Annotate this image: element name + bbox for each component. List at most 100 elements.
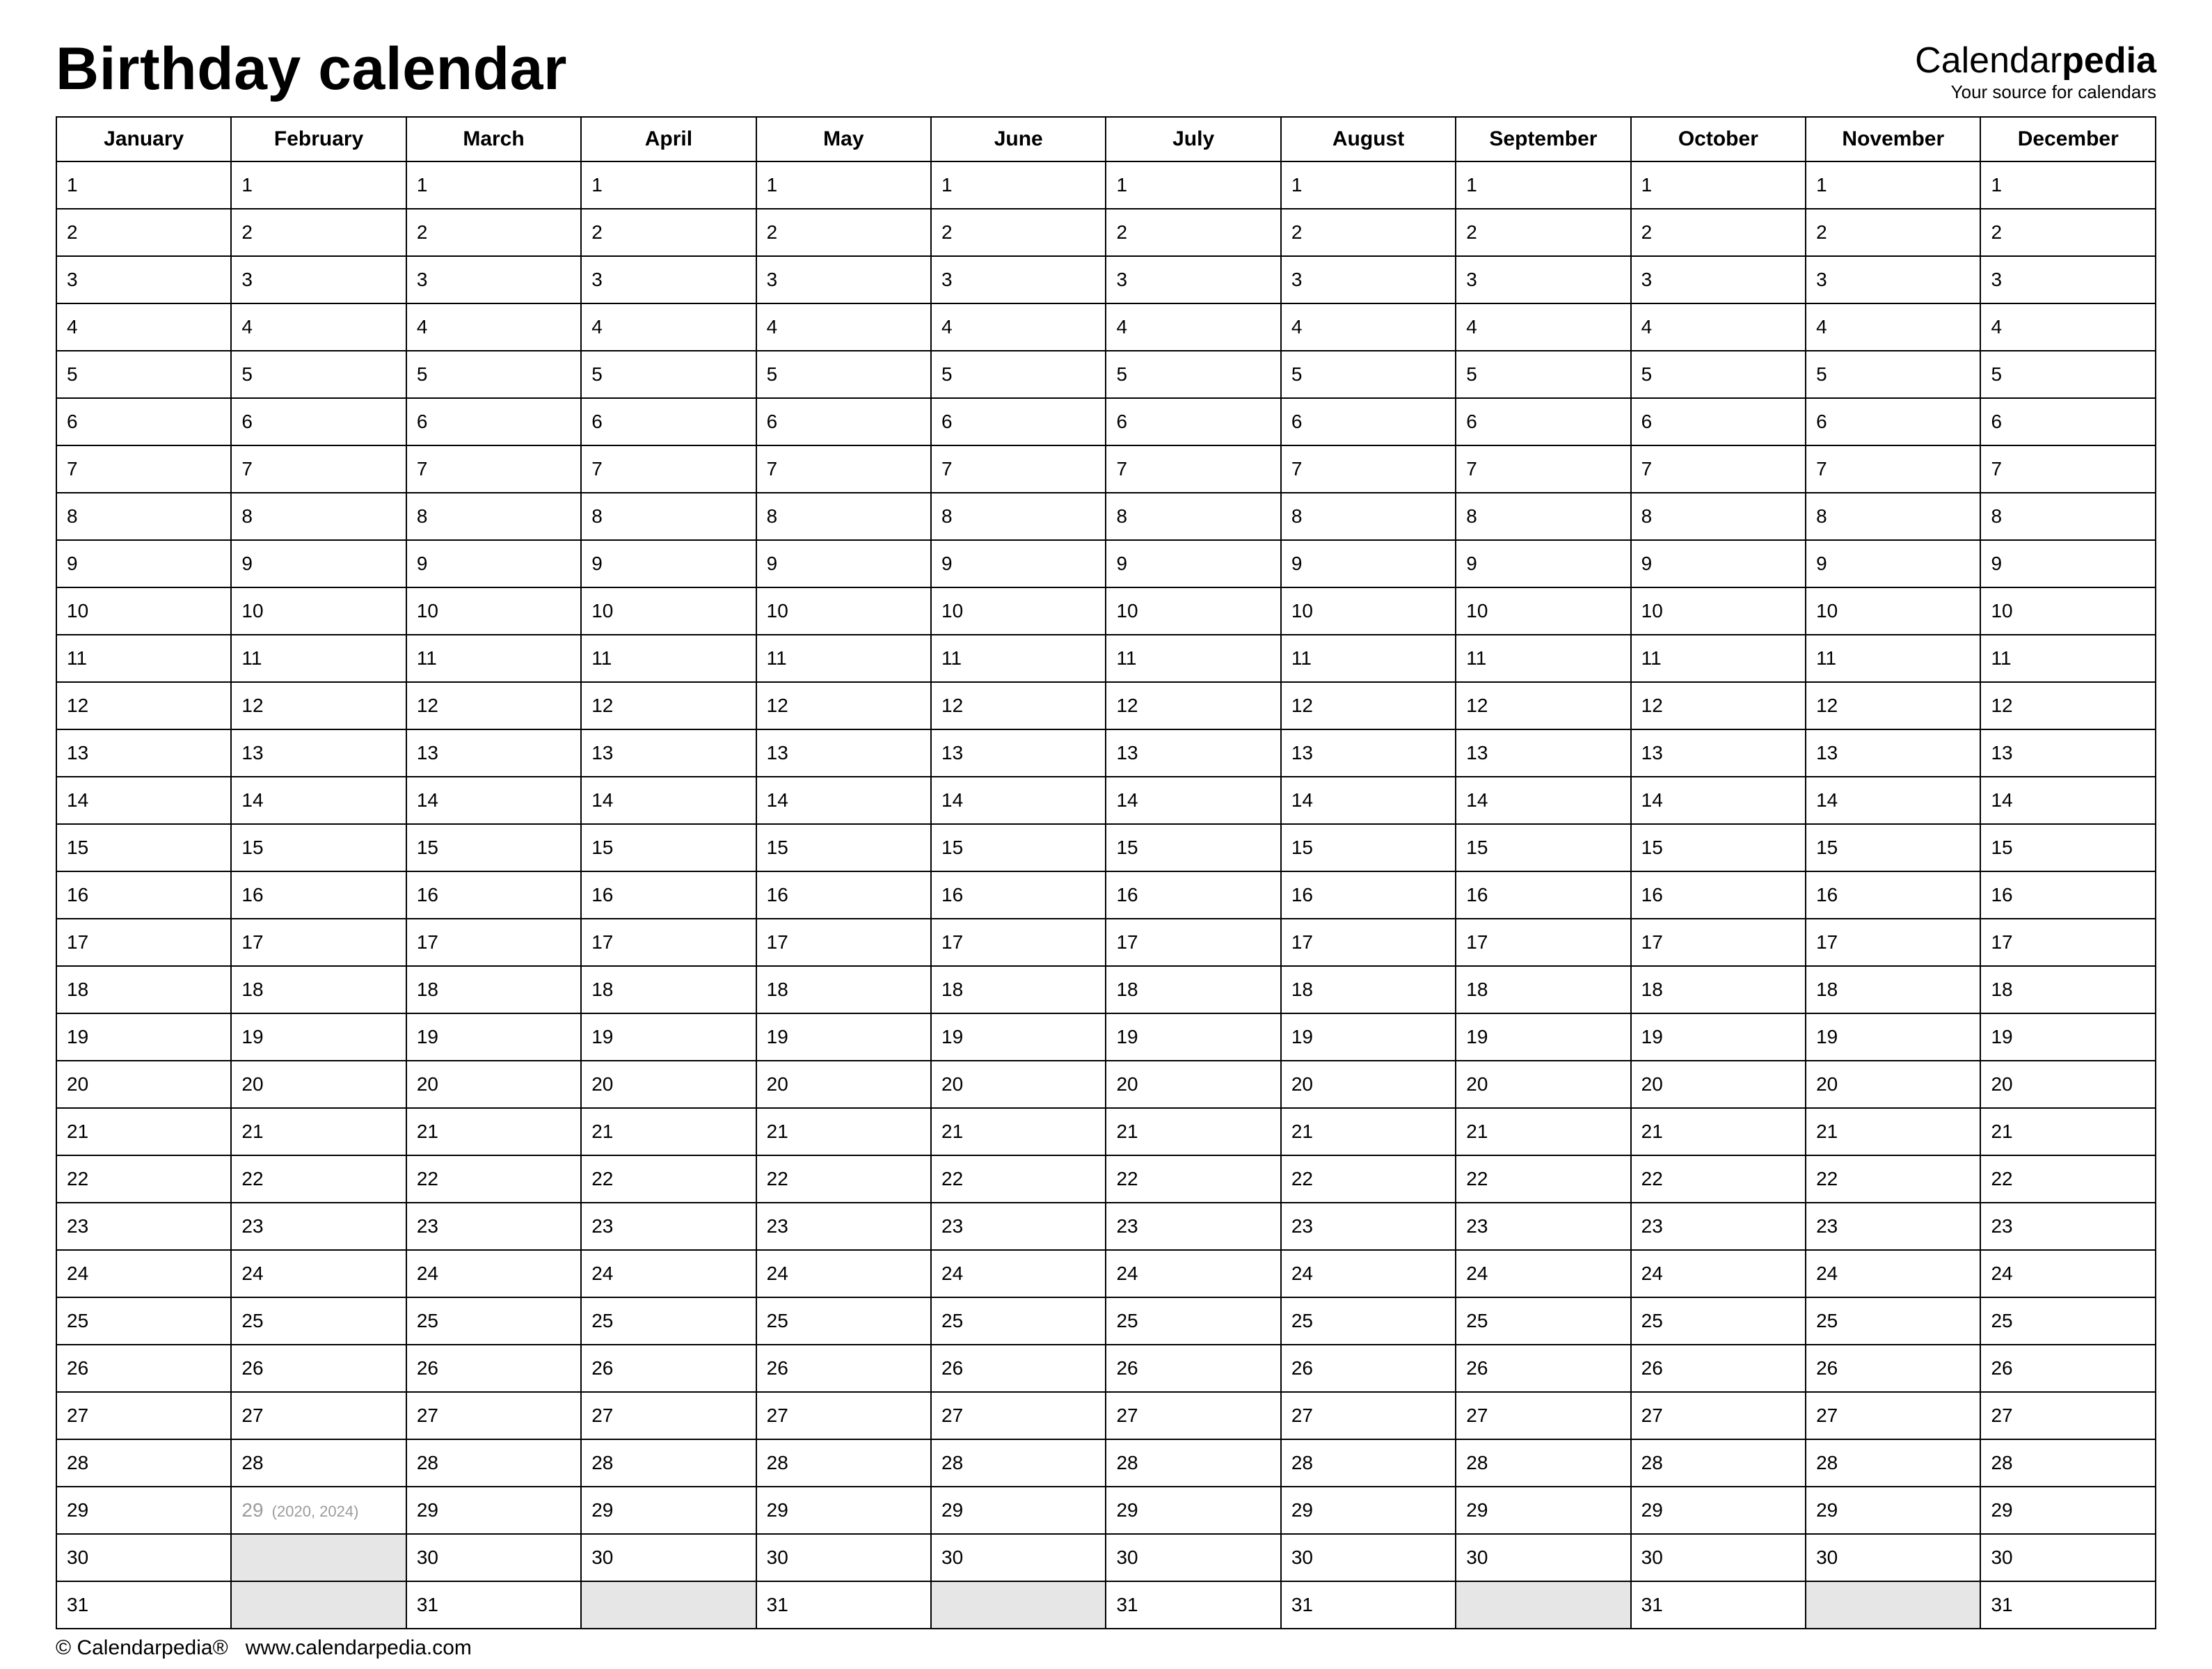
day-cell: 25 <box>1806 1297 1980 1345</box>
day-cell: 16 <box>1631 871 1806 919</box>
day-cell: 10 <box>1456 587 1630 635</box>
day-cell: 8 <box>1980 493 2156 540</box>
day-cell: 23 <box>1456 1203 1630 1250</box>
day-cell: 20 <box>231 1061 406 1108</box>
day-cell: 5 <box>1281 351 1456 398</box>
day-cell: 1 <box>56 161 231 209</box>
day-cell: 6 <box>1456 398 1630 445</box>
day-cell: 8 <box>931 493 1106 540</box>
day-cell: 28 <box>931 1439 1106 1487</box>
day-cell: 19 <box>1281 1013 1456 1061</box>
day-cell: 28 <box>581 1439 756 1487</box>
day-cell: 30 <box>931 1534 1106 1581</box>
day-cell: 5 <box>1806 351 1980 398</box>
day-cell: 8 <box>1631 493 1806 540</box>
day-cell: 12 <box>56 682 231 729</box>
day-cell: 19 <box>1456 1013 1630 1061</box>
day-cell: 7 <box>406 445 581 493</box>
brand-name-b: pedia <box>2062 40 2156 81</box>
day-cell: 9 <box>1980 540 2156 587</box>
day-cell: 25 <box>756 1297 931 1345</box>
leap-years-note: (2020, 2024) <box>268 1503 359 1520</box>
day-cell: 4 <box>231 303 406 351</box>
brand-tagline: Your source for calendars <box>1915 83 2156 101</box>
day-cell: 2 <box>1631 209 1806 256</box>
day-cell: 30 <box>1106 1534 1280 1581</box>
day-cell: 20 <box>1281 1061 1456 1108</box>
day-cell: 30 <box>1631 1534 1806 1581</box>
day-cell: 18 <box>931 966 1106 1013</box>
day-cell: 1 <box>1281 161 1456 209</box>
day-cell: 14 <box>1806 777 1980 824</box>
day-cell: 31 <box>756 1581 931 1629</box>
day-cell: 2 <box>56 209 231 256</box>
calendar-table: JanuaryFebruaryMarchAprilMayJuneJulyAugu… <box>56 116 2156 1629</box>
day-cell: 2 <box>1980 209 2156 256</box>
day-cell: 19 <box>1106 1013 1280 1061</box>
day-cell: 9 <box>1806 540 1980 587</box>
day-cell: 25 <box>581 1297 756 1345</box>
day-cell: 16 <box>1806 871 1980 919</box>
day-cell: 12 <box>1281 682 1456 729</box>
day-cell: 25 <box>1980 1297 2156 1345</box>
day-cell: 13 <box>756 729 931 777</box>
day-cell: 1 <box>1631 161 1806 209</box>
day-cell: 4 <box>1456 303 1630 351</box>
day-cell: 20 <box>56 1061 231 1108</box>
day-cell: 23 <box>931 1203 1106 1250</box>
month-header: August <box>1281 117 1456 161</box>
day-cell <box>1806 1581 1980 1629</box>
day-cell: 6 <box>1281 398 1456 445</box>
day-cell: 15 <box>1281 824 1456 871</box>
day-cell: 2 <box>231 209 406 256</box>
day-cell: 12 <box>581 682 756 729</box>
day-cell: 10 <box>56 587 231 635</box>
day-cell: 10 <box>1631 587 1806 635</box>
day-cell: 22 <box>1631 1155 1806 1203</box>
day-cell: 27 <box>1980 1392 2156 1439</box>
day-cell: 4 <box>1980 303 2156 351</box>
day-cell: 27 <box>1106 1392 1280 1439</box>
day-row: 121212121212121212121212 <box>56 682 2156 729</box>
day-cell: 11 <box>231 635 406 682</box>
day-cell: 27 <box>756 1392 931 1439</box>
month-header: September <box>1456 117 1630 161</box>
day-row: 222222222222 <box>56 209 2156 256</box>
day-cell: 9 <box>756 540 931 587</box>
day-cell: 5 <box>581 351 756 398</box>
day-cell: 27 <box>1631 1392 1806 1439</box>
day-cell: 20 <box>1631 1061 1806 1108</box>
day-cell: 5 <box>1106 351 1280 398</box>
day-cell: 5 <box>56 351 231 398</box>
day-cell: 18 <box>1806 966 1980 1013</box>
day-cell: 17 <box>756 919 931 966</box>
day-cell: 19 <box>581 1013 756 1061</box>
month-header: February <box>231 117 406 161</box>
day-row: 232323232323232323232323 <box>56 1203 2156 1250</box>
day-cell: 28 <box>231 1439 406 1487</box>
day-cell: 20 <box>1806 1061 1980 1108</box>
day-cell: 30 <box>1281 1534 1456 1581</box>
day-row: 212121212121212121212121 <box>56 1108 2156 1155</box>
day-cell: 11 <box>1806 635 1980 682</box>
day-cell: 5 <box>231 351 406 398</box>
day-cell: 14 <box>406 777 581 824</box>
day-cell: 7 <box>1806 445 1980 493</box>
day-row: 161616161616161616161616 <box>56 871 2156 919</box>
day-cell: 11 <box>1456 635 1630 682</box>
day-cell: 18 <box>231 966 406 1013</box>
day-cell: 16 <box>1281 871 1456 919</box>
day-cell: 6 <box>1806 398 1980 445</box>
day-cell: 15 <box>1806 824 1980 871</box>
day-cell: 30 <box>581 1534 756 1581</box>
day-cell: 1 <box>1806 161 1980 209</box>
day-cell <box>231 1581 406 1629</box>
day-cell: 7 <box>1106 445 1280 493</box>
day-cell: 23 <box>1631 1203 1806 1250</box>
day-cell: 28 <box>1106 1439 1280 1487</box>
day-cell: 9 <box>406 540 581 587</box>
day-cell: 21 <box>231 1108 406 1155</box>
day-cell: 7 <box>1631 445 1806 493</box>
day-cell: 25 <box>56 1297 231 1345</box>
day-cell: 17 <box>1806 919 1980 966</box>
